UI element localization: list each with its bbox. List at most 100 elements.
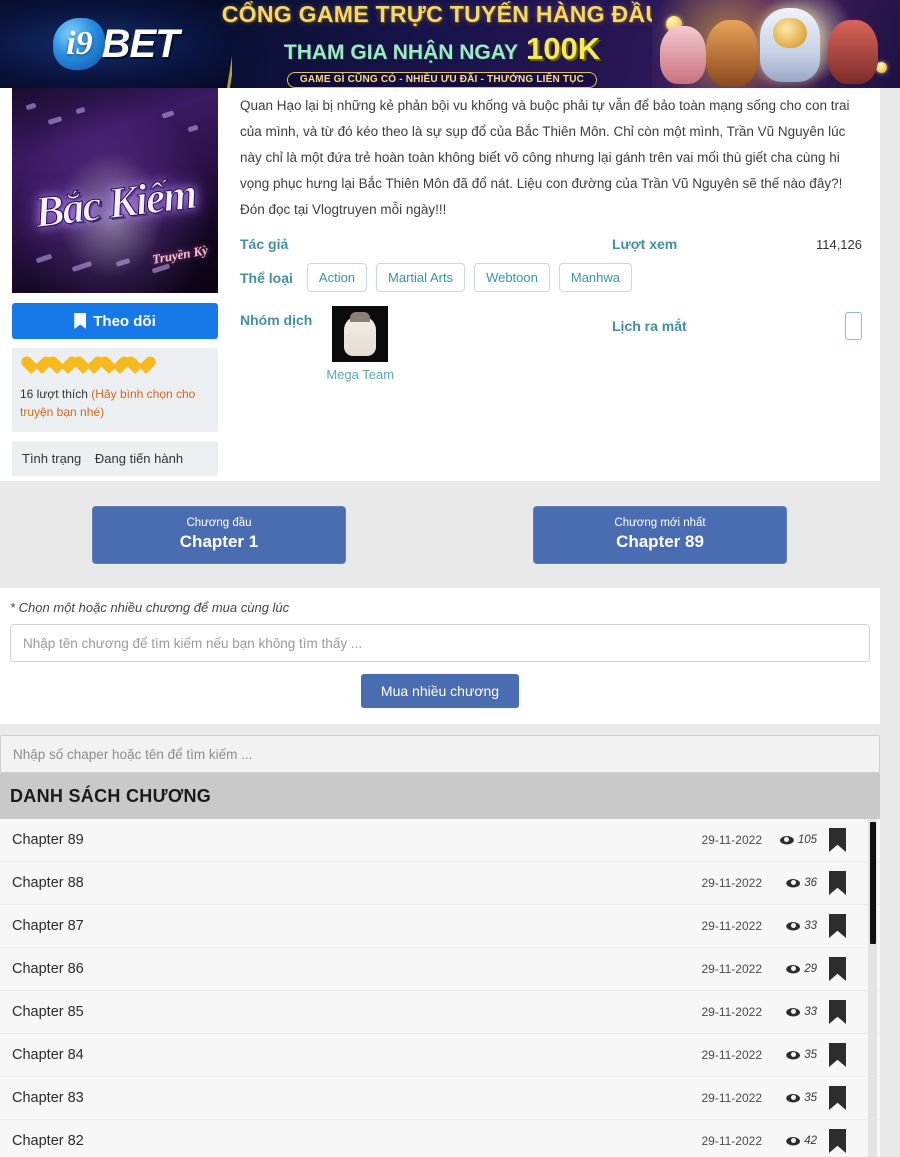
chapter-date: 29-11-2022 <box>701 1048 763 1062</box>
chapter-link[interactable]: Chapter 86 <box>12 961 702 977</box>
ad-character-icon <box>828 20 878 84</box>
comic-sidebar: Bắc Kiếm Truyền Kỳ Theo dõi 16 lượt thíc… <box>12 88 218 476</box>
eye-icon <box>786 1136 801 1146</box>
chapter-list-heading: DANH SÁCH CHƯƠNG <box>0 773 880 819</box>
ad-logo-area: i9 .BET <box>0 0 232 88</box>
table-row[interactable]: Chapter 87 29-11-2022 33 <box>0 905 880 948</box>
ad-copy-area: CỔNG GAME TRỰC TUYẾN HÀNG ĐẦU THAM GIA N… <box>222 0 662 88</box>
team-schedule-row: Nhóm dịch Mega Team Lịch ra mắt <box>240 306 862 382</box>
status-box: Tình trạng Đang tiến hành <box>12 441 218 476</box>
heart-rating[interactable] <box>20 357 210 377</box>
chapter-view-count: 29 <box>804 963 817 975</box>
status-value: Đang tiến hành <box>94 451 184 466</box>
chapter-views: 36 <box>775 877 817 889</box>
chapter-view-count: 36 <box>804 877 817 889</box>
like-box: 16 lượt thích (Hãy bình chọn cho truyện … <box>12 348 218 432</box>
genre-tag-martial-arts[interactable]: Martial Arts <box>376 263 466 292</box>
heart-icon[interactable] <box>124 357 146 377</box>
chapter-link[interactable]: Chapter 89 <box>12 832 702 848</box>
team-label: Nhóm dịch <box>240 312 313 328</box>
bookmark-icon[interactable] <box>829 871 846 895</box>
team-name-label[interactable]: Mega Team <box>326 367 394 382</box>
views-group: Lượt xem 114,126 <box>612 236 862 252</box>
bookmark-icon <box>74 313 87 329</box>
chapter-view-count: 42 <box>804 1135 817 1147</box>
advertisement-banner[interactable]: i9 .BET CỔNG GAME TRỰC TUYẾN HÀNG ĐẦU TH… <box>0 0 900 88</box>
bookmark-icon[interactable] <box>829 828 846 852</box>
table-row[interactable]: Chapter 86 29-11-2022 29 <box>0 948 880 991</box>
schedule-label: Lịch ra mắt <box>612 318 687 334</box>
chapter-link[interactable]: Chapter 84 <box>12 1047 702 1063</box>
heart-icon[interactable] <box>20 357 42 377</box>
latest-chapter-caption: Chương mới nhất <box>614 517 706 529</box>
chapter-date: 29-11-2022 <box>701 1005 763 1019</box>
author-views-row: Tác giả Lượt xem 114,126 <box>240 236 862 252</box>
bookmark-icon[interactable] <box>829 957 846 981</box>
chapter-date: 29-11-2022 <box>701 1134 763 1148</box>
bulk-purchase-note: * Chọn một hoặc nhiều chương để mua cùng… <box>10 600 290 615</box>
heart-icon[interactable] <box>72 357 94 377</box>
author-label: Tác giả <box>240 236 289 252</box>
table-row[interactable]: Chapter 85 29-11-2022 33 <box>0 991 880 1034</box>
ad-character-icon <box>660 26 706 84</box>
table-row[interactable]: Chapter 82 29-11-2022 42 <box>0 1120 880 1157</box>
chapter-view-count: 105 <box>797 834 817 846</box>
ad-subheadline: THAM GIA NHẬN NGAY 100K <box>284 31 600 67</box>
chapter-search-area <box>0 724 880 773</box>
schedule-value-box <box>845 312 862 340</box>
chapter-view-count: 35 <box>804 1049 817 1061</box>
chapter-link[interactable]: Chapter 88 <box>12 875 702 891</box>
bookmark-icon[interactable] <box>829 914 846 938</box>
chapter-date: 29-11-2022 <box>701 1091 763 1105</box>
bookmark-icon[interactable] <box>829 1000 846 1024</box>
eye-icon <box>786 1093 801 1103</box>
team-group: Nhóm dịch Mega Team <box>240 306 612 382</box>
bookmark-icon[interactable] <box>829 1129 846 1153</box>
ad-logo-orb-icon: i9 <box>53 18 106 70</box>
heart-icon[interactable] <box>98 357 120 377</box>
schedule-group: Lịch ra mắt <box>612 312 862 340</box>
first-chapter-label: Chapter 1 <box>179 532 259 551</box>
chapter-view-count: 33 <box>804 1006 817 1018</box>
chapter-link[interactable]: Chapter 83 <box>12 1090 702 1106</box>
chapter-views: 29 <box>775 963 817 975</box>
latest-chapter-button[interactable]: Chương mới nhất Chapter 89 <box>533 505 787 564</box>
chapter-link[interactable]: Chapter 85 <box>12 1004 702 1020</box>
translation-team[interactable]: Mega Team <box>326 306 394 382</box>
chapter-views: 33 <box>775 1006 817 1018</box>
bulk-purchase-search-input[interactable] <box>10 624 870 662</box>
chapter-list: Chapter 89 29-11-2022 105 Chapter 88 29-… <box>0 819 880 1157</box>
comic-details: Quan Hạo lại bị những kẻ phản bội vu khố… <box>240 93 862 382</box>
eye-icon <box>786 1007 801 1017</box>
genre-tag-action[interactable]: Action <box>306 263 368 292</box>
genre-tag-webtoon[interactable]: Webtoon <box>474 263 550 292</box>
genre-label: Thể loại <box>240 269 293 286</box>
table-row[interactable]: Chapter 88 29-11-2022 36 <box>0 862 880 905</box>
bookmark-icon[interactable] <box>829 1086 846 1110</box>
first-chapter-button[interactable]: Chương đầu Chapter 1 <box>92 505 346 564</box>
ad-subheadline-text: THAM GIA NHẬN NGAY <box>283 40 518 64</box>
genre-tag-manhwa[interactable]: Manhwa <box>558 263 632 292</box>
heart-icon[interactable] <box>46 357 68 377</box>
bookmark-icon[interactable] <box>829 1043 846 1067</box>
bulk-purchase-button-row: Mua nhiều chương <box>10 674 870 708</box>
comic-info-panel: Bắc Kiếm Truyền Kỳ Theo dõi 16 lượt thíc… <box>0 88 880 481</box>
chapter-link[interactable]: Chapter 82 <box>12 1133 702 1149</box>
views-value: 114,126 <box>815 236 862 252</box>
eye-icon <box>779 835 794 845</box>
table-row[interactable]: Chapter 83 29-11-2022 35 <box>0 1077 880 1120</box>
chapter-list-scrollbar-thumb[interactable] <box>870 822 876 944</box>
table-row[interactable]: Chapter 84 29-11-2022 35 <box>0 1034 880 1077</box>
table-row[interactable]: Chapter 89 29-11-2022 105 <box>0 819 880 862</box>
description-paragraph-1: Quan Hạo lại bị những kẻ phản bội vu khố… <box>240 98 850 191</box>
ad-character-icon <box>706 20 758 86</box>
team-avatar[interactable] <box>332 306 389 362</box>
bulk-purchase-button[interactable]: Mua nhiều chương <box>360 674 520 708</box>
chapter-views: 35 <box>775 1049 817 1061</box>
comic-cover-image[interactable]: Bắc Kiếm Truyền Kỳ <box>12 88 218 293</box>
chapter-link[interactable]: Chapter 87 <box>12 918 702 934</box>
ad-tagline: GAME GÌ CŨNG CÓ - NHIỀU ƯU ĐÃI - THƯỞNG … <box>286 71 598 88</box>
chapter-search-input[interactable] <box>0 735 880 773</box>
ad-bonus-amount: 100K <box>526 30 601 66</box>
follow-button[interactable]: Theo dõi <box>12 303 218 339</box>
